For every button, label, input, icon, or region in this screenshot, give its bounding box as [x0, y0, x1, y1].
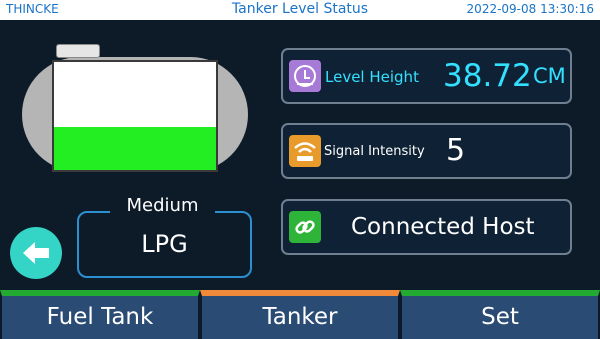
- arrow-left-icon: [23, 242, 49, 264]
- tank-level-window: [52, 60, 218, 172]
- medium-value: LPG: [141, 230, 188, 258]
- connected-host-label: Connected Host: [351, 214, 535, 240]
- tank-cap: [56, 44, 100, 58]
- level-height-unit: CM: [533, 64, 566, 88]
- back-button[interactable]: [10, 227, 62, 279]
- signal-intensity-label: Signal Intensity: [324, 144, 425, 159]
- connected-host-button[interactable]: Connected Host: [281, 199, 572, 255]
- signal-intensity-card: Signal Intensity 5: [281, 123, 572, 179]
- tab-tanker[interactable]: Tanker: [200, 290, 400, 339]
- medium-label: Medium: [110, 195, 215, 216]
- tank-level-fill: [54, 126, 216, 170]
- wifi-signal-icon: [289, 135, 321, 167]
- level-height-label: Level Height: [325, 68, 419, 86]
- tab-fuel-tank-label: Fuel Tank: [46, 304, 154, 330]
- tab-fuel-tank[interactable]: Fuel Tank: [0, 290, 200, 339]
- tab-set-label: Set: [481, 304, 519, 330]
- level-height-card: Level Height 38.72 CM: [281, 48, 572, 104]
- tab-set[interactable]: Set: [400, 290, 600, 339]
- status-bar: THINCKE Tanker Level Status 2022-09-08 1…: [0, 0, 600, 20]
- level-height-value: 38.72: [443, 58, 532, 94]
- link-icon: [289, 211, 321, 243]
- level-gauge-icon: [289, 60, 321, 92]
- signal-intensity-value: 5: [446, 133, 466, 168]
- tab-tanker-label: Tanker: [262, 304, 338, 330]
- datetime-label: 2022-09-08 13:30:16: [466, 2, 594, 16]
